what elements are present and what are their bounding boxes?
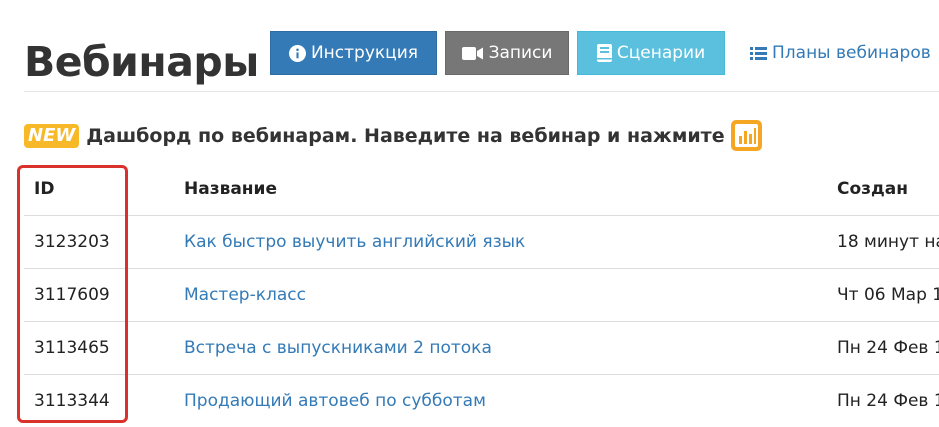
bar-chart-icon <box>730 120 762 151</box>
video-camera-icon <box>461 46 484 61</box>
table-row[interactable]: 3113344 Продающий автовеб по субботам Пн… <box>24 375 939 427</box>
book-icon <box>596 44 612 62</box>
webinar-created: 18 минут на <box>837 232 939 252</box>
table-row[interactable]: 3117609 Мастер-класс Чт 06 Мар 1 <box>24 269 939 322</box>
column-header-id[interactable]: ID <box>34 162 174 215</box>
webinar-created: Чт 06 Мар 1 <box>837 285 939 305</box>
instruction-button[interactable]: Инструкция <box>270 31 437 75</box>
webinar-id: 3113344 <box>34 391 110 411</box>
table-row[interactable]: 3113465 Встреча с выпускниками 2 потока … <box>24 322 939 375</box>
column-header-name[interactable]: Название <box>184 162 824 215</box>
notice-text: Дашборд по вебинарам. Наведите на вебина… <box>86 124 725 147</box>
table-header-row: ID Название Создан <box>24 162 939 216</box>
column-header-created[interactable]: Создан <box>837 162 939 215</box>
page-title: Вебинары <box>24 38 259 86</box>
header-divider <box>24 91 939 92</box>
plans-link-label: Планы вебинаров <box>772 43 931 63</box>
webinars-table: ID Название Создан 3123203 Как быстро вы… <box>24 162 939 427</box>
webinar-name-link[interactable]: Встреча с выпускниками 2 потока <box>184 322 824 374</box>
scenarios-button-label: Сценарии <box>616 43 706 63</box>
webinar-name-link[interactable]: Продающий автовеб по субботам <box>184 375 824 427</box>
plans-link[interactable]: Планы вебинаров <box>750 31 931 75</box>
webinar-created: Пн 24 Фев 1 <box>837 391 939 411</box>
webinar-name-link[interactable]: Мастер-класс <box>184 269 824 321</box>
dashboard-notice: NEW Дашборд по вебинарам. Наведите на ве… <box>24 120 762 151</box>
table-row[interactable]: 3123203 Как быстро выучить английский яз… <box>24 216 939 269</box>
scenarios-button[interactable]: Сценарии <box>577 31 725 75</box>
instruction-button-label: Инструкция <box>310 43 419 63</box>
webinar-id: 3113465 <box>34 338 110 358</box>
records-button[interactable]: Записи <box>445 31 569 75</box>
info-circle-icon <box>288 44 306 62</box>
webinar-name-link[interactable]: Как быстро выучить английский язык <box>184 216 824 268</box>
webinar-id: 3117609 <box>34 285 110 305</box>
webinar-created: Пн 24 Фев 1 <box>837 338 939 358</box>
list-icon <box>750 46 767 61</box>
records-button-label: Записи <box>488 43 553 63</box>
new-badge: NEW <box>24 123 80 148</box>
webinar-id: 3123203 <box>34 232 110 252</box>
